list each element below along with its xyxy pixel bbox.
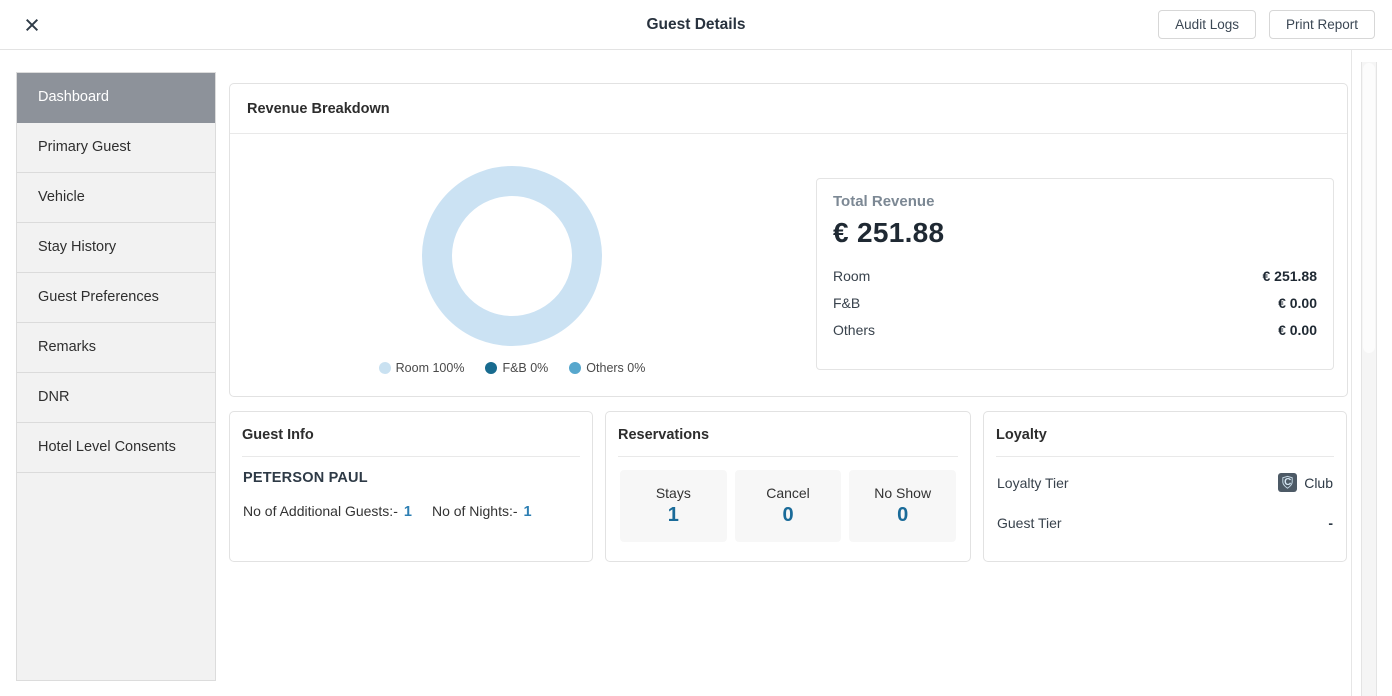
revenue-row-value: € 0.00 — [1278, 322, 1317, 338]
reservations-title: Reservations — [618, 412, 958, 457]
guest-tier-row: Guest Tier - — [997, 515, 1333, 531]
guest-fields: No of Additional Guests:- 1 No of Nights… — [243, 503, 579, 520]
sidebar-item-vehicle[interactable]: Vehicle — [17, 173, 215, 223]
nights-field: No of Nights:- 1 — [432, 503, 532, 520]
reservation-stats: Stays 1 Cancel 0 No Show 0 — [606, 457, 970, 542]
revenue-donut-chart — [422, 166, 602, 346]
legend-item-room: Room 100% — [379, 361, 465, 375]
sidebar-item-primary-guest[interactable]: Primary Guest — [17, 123, 215, 173]
revenue-row-label: Others — [833, 322, 875, 338]
chart-legend: Room 100% F&B 0% Others 0% — [230, 361, 794, 375]
legend-label: Others 0% — [586, 361, 645, 375]
sidebar-item-remarks[interactable]: Remarks — [17, 323, 215, 373]
content-right-divider — [1351, 50, 1352, 696]
revenue-breakdown-title: Revenue Breakdown — [230, 84, 1347, 134]
revenue-row-room: Room € 251.88 — [833, 262, 1317, 289]
guest-tier-label: Guest Tier — [997, 515, 1062, 531]
loyalty-title: Loyalty — [996, 412, 1334, 457]
sidebar-item-dnr[interactable]: DNR — [17, 373, 215, 423]
stat-box-cancel: Cancel 0 — [735, 470, 842, 542]
reservations-card: Reservations Stays 1 Cancel 0 No Show 0 — [605, 411, 971, 562]
page-title: Guest Details — [646, 0, 745, 49]
guest-tier-value: - — [1328, 515, 1333, 531]
sidebar: Dashboard Primary Guest Vehicle Stay His… — [16, 72, 216, 681]
audit-logs-button[interactable]: Audit Logs — [1158, 10, 1256, 39]
additional-guests-value: 1 — [404, 504, 412, 520]
revenue-row-fnb: F&B € 0.00 — [833, 289, 1317, 316]
revenue-row-value: € 0.00 — [1278, 295, 1317, 311]
no-show-count: 0 — [897, 504, 908, 527]
stat-box-no-show: No Show 0 — [849, 470, 956, 542]
badge-letter: C — [1284, 478, 1291, 488]
print-report-button[interactable]: Print Report — [1269, 10, 1375, 39]
legend-item-others: Others 0% — [569, 361, 645, 375]
nights-value: 1 — [524, 504, 532, 520]
revenue-row-label: Room — [833, 268, 870, 284]
others-legend-dot-icon — [569, 362, 581, 374]
fnb-legend-dot-icon — [485, 362, 497, 374]
sidebar-item-guest-preferences[interactable]: Guest Preferences — [17, 273, 215, 323]
stays-count: 1 — [668, 504, 679, 527]
close-icon[interactable]: × — [16, 0, 48, 49]
legend-item-fnb: F&B 0% — [485, 361, 548, 375]
sidebar-item-hotel-level-consents[interactable]: Hotel Level Consents — [17, 423, 215, 473]
guest-name: PETERSON PAUL — [243, 470, 579, 486]
guest-info-card: Guest Info PETERSON PAUL No of Additiona… — [229, 411, 593, 562]
loyalty-card: Loyalty Loyalty Tier C Club Guest Tier - — [983, 411, 1347, 562]
shield-badge-icon: C — [1278, 473, 1297, 492]
stat-box-stays: Stays 1 — [620, 470, 727, 542]
total-revenue-panel: Total Revenue € 251.88 Room € 251.88 F&B… — [816, 178, 1334, 370]
revenue-chart-section: Room 100% F&B 0% Others 0% — [230, 134, 816, 397]
content-area: Dashboard Primary Guest Vehicle Stay His… — [0, 50, 1392, 696]
legend-label: F&B 0% — [502, 361, 548, 375]
revenue-row-label: F&B — [833, 295, 860, 311]
loyalty-tier-label: Loyalty Tier — [997, 475, 1069, 491]
guest-info-title: Guest Info — [242, 412, 580, 457]
loyalty-tier-row: Loyalty Tier C Club — [997, 473, 1333, 492]
legend-label: Room 100% — [396, 361, 465, 375]
header-actions: Audit Logs Print Report — [1158, 10, 1375, 39]
sidebar-item-dashboard[interactable]: Dashboard — [17, 73, 215, 123]
total-revenue-amount: € 251.88 — [833, 217, 1317, 249]
sidebar-item-stay-history[interactable]: Stay History — [17, 223, 215, 273]
vertical-scrollbar[interactable] — [1361, 62, 1377, 696]
cancel-count: 0 — [782, 504, 793, 527]
revenue-row-others: Others € 0.00 — [833, 316, 1317, 343]
stat-label: No Show — [874, 485, 931, 501]
total-revenue-label: Total Revenue — [833, 193, 1317, 210]
additional-guests-field: No of Additional Guests:- 1 — [243, 503, 412, 520]
loyalty-body: Loyalty Tier C Club Guest Tier - — [984, 457, 1346, 531]
field-label: No of Nights:- — [432, 503, 518, 519]
guest-info-body: PETERSON PAUL No of Additional Guests:- … — [230, 457, 592, 520]
loyalty-tier-value: C Club — [1278, 473, 1333, 492]
loyalty-tier-text: Club — [1304, 475, 1333, 491]
revenue-row-value: € 251.88 — [1263, 268, 1318, 284]
scrollbar-thumb[interactable] — [1363, 63, 1375, 353]
stat-label: Stays — [656, 485, 691, 501]
room-legend-dot-icon — [379, 362, 391, 374]
stat-label: Cancel — [766, 485, 810, 501]
header-bar: × Guest Details Audit Logs Print Report — [0, 0, 1392, 50]
revenue-rows: Room € 251.88 F&B € 0.00 Others € 0.00 — [833, 262, 1317, 343]
revenue-breakdown-card: Revenue Breakdown Room 100% F&B 0% Other… — [229, 83, 1348, 397]
field-label: No of Additional Guests:- — [243, 503, 398, 519]
